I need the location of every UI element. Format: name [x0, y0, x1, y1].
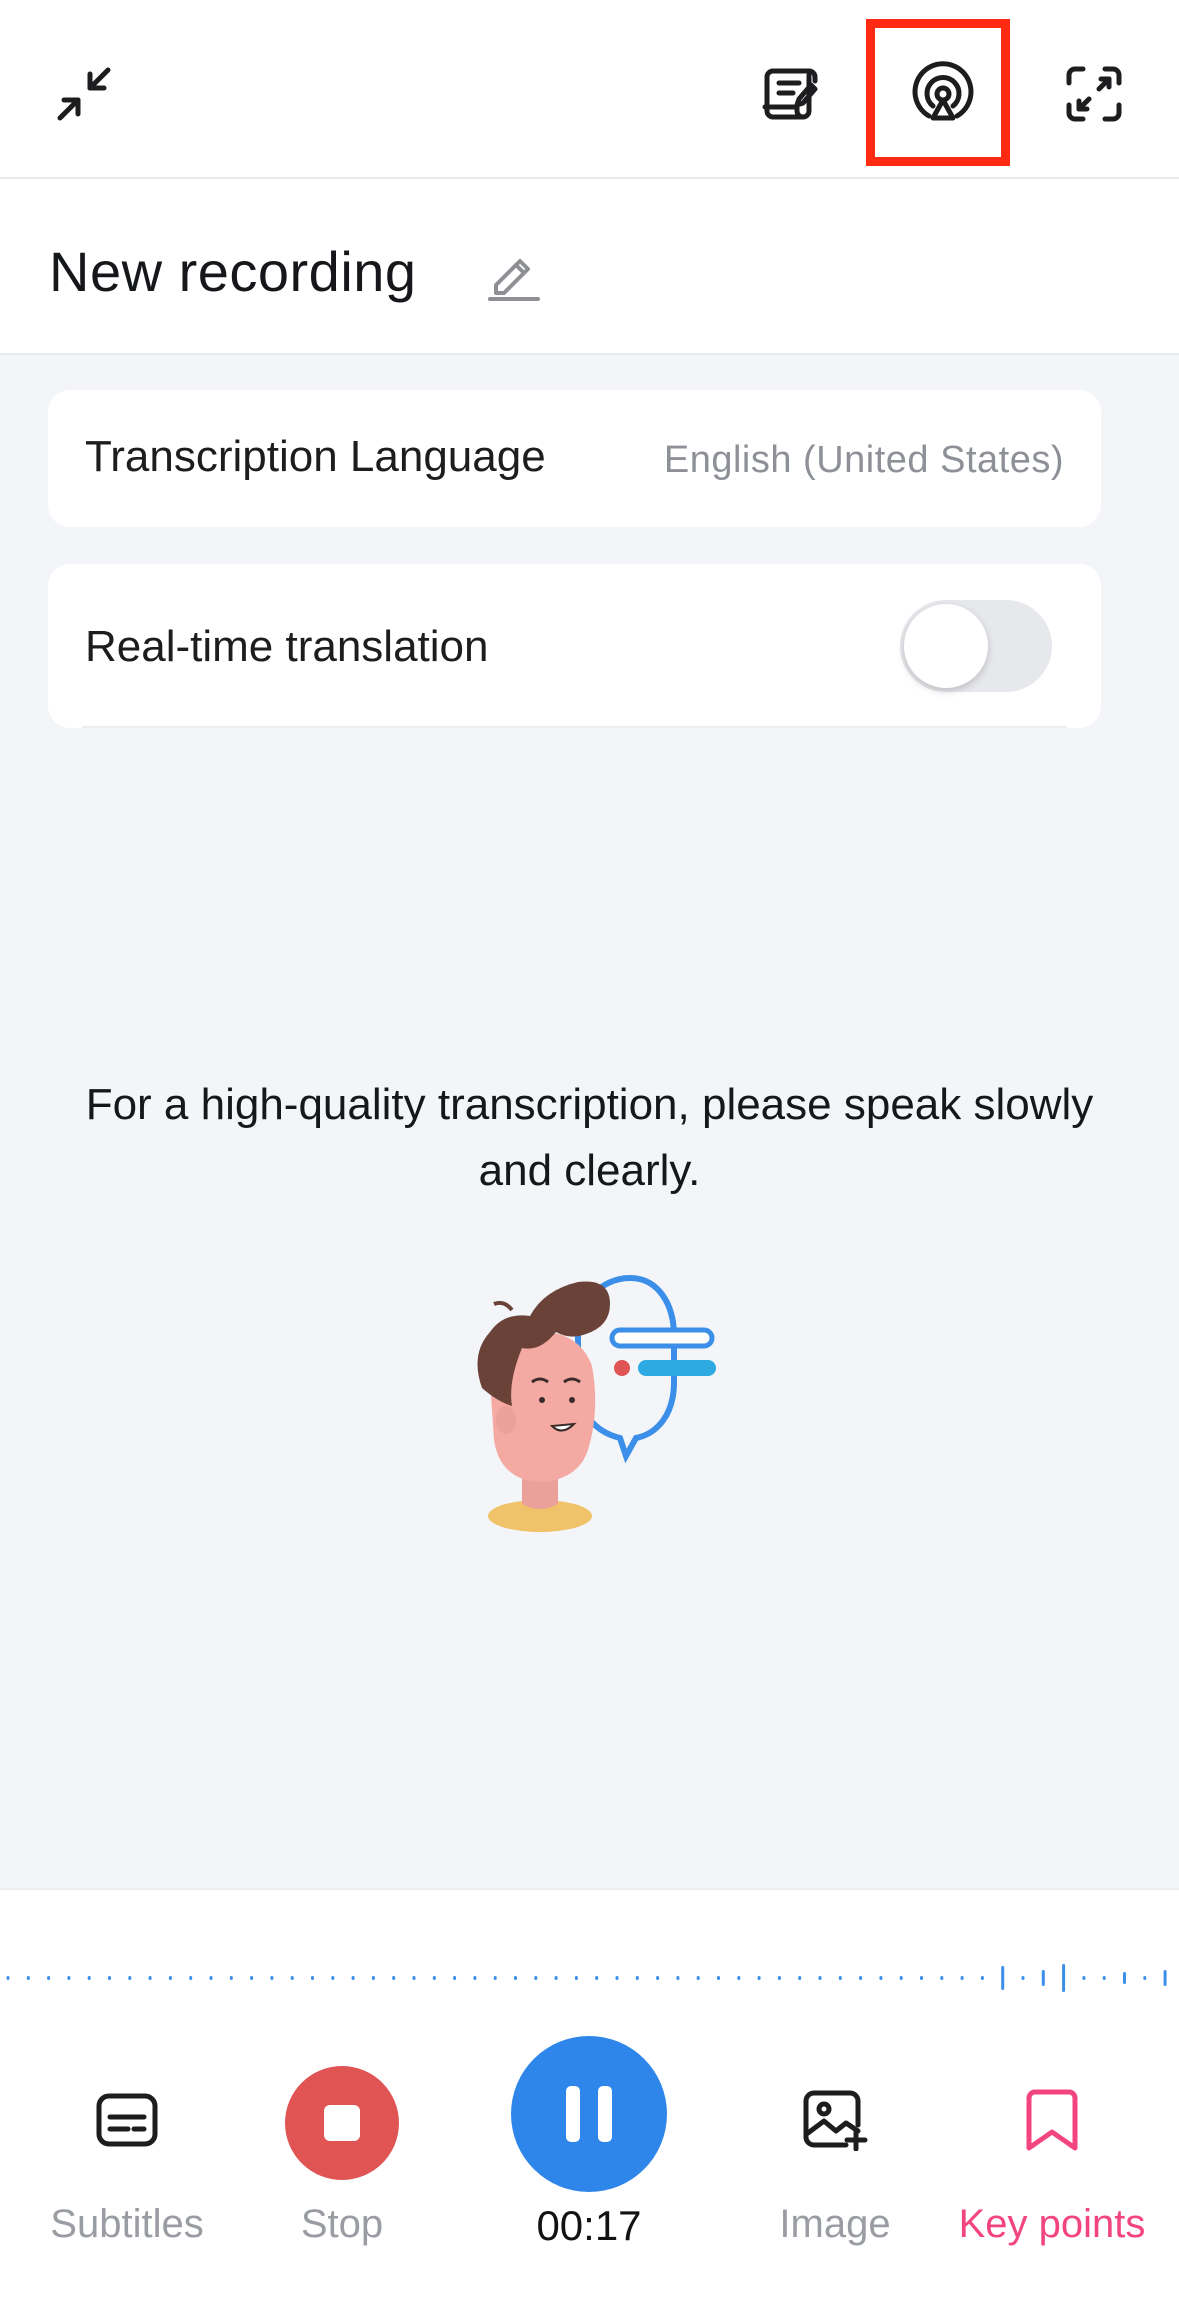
- subtitles-button[interactable]: Subtitles: [40, 2080, 214, 2270]
- waveform-bar: [311, 1976, 314, 1980]
- waveform-bar: [26, 1976, 30, 1980]
- waveform-bar: [615, 1976, 619, 1980]
- transcription-hint: For a high-quality transcription, please…: [85, 1080, 1094, 1195]
- waveform-bar: [514, 1976, 517, 1980]
- real-time-translation-row: Real-time translation: [48, 564, 1101, 728]
- real-time-translation-label: Real-time translation: [85, 622, 489, 671]
- collapse-icon[interactable]: [44, 54, 124, 134]
- waveform-bar: [189, 1976, 193, 1980]
- recording-timer: 00:17: [536, 2202, 642, 2249]
- subtitles-label: Subtitles: [50, 2202, 204, 2246]
- stop-button[interactable]: Stop: [272, 2066, 412, 2270]
- waveform-bar: [717, 1976, 720, 1980]
- waveform-bar: [838, 1976, 842, 1980]
- bookmark-icon: [1012, 2080, 1092, 2160]
- speaker-illustration: [460, 1270, 730, 1555]
- waveform-bar: [6, 1976, 10, 1980]
- waveform-bar: [1102, 1976, 1106, 1980]
- waveform-bar: [148, 1976, 152, 1980]
- waveform-bar: [777, 1976, 781, 1980]
- waveform-bar: [87, 1976, 91, 1980]
- waveform-bar: [1123, 1972, 1126, 1984]
- waveform-bar: [290, 1976, 294, 1980]
- subtitles-icon: [87, 2080, 167, 2160]
- recording-controls: Subtitles Stop 00:17 Image Key points: [0, 1888, 1179, 2298]
- waveform-bar: [432, 1976, 436, 1980]
- waveform-bar: [574, 1976, 578, 1980]
- waveform-bar: [920, 1976, 923, 1980]
- waveform-bar: [392, 1976, 396, 1980]
- waveform-bar: [635, 1976, 639, 1980]
- waveform-bar: [696, 1976, 700, 1980]
- waveform-bar: [168, 1976, 172, 1980]
- expand-icon[interactable]: [1054, 54, 1134, 134]
- waveform-bar: [331, 1976, 335, 1980]
- waveform-bar: [960, 1976, 964, 1980]
- stop-label: Stop: [300, 2202, 384, 2246]
- waveform-bar: [859, 1976, 863, 1980]
- notes-icon[interactable]: [752, 54, 832, 134]
- add-image-icon: [795, 2080, 875, 2160]
- recording-title: New recording: [49, 240, 417, 303]
- edit-pencil-icon[interactable]: [484, 245, 544, 305]
- pause-button[interactable]: 00:17: [502, 2036, 676, 2270]
- waveform-bar: [940, 1976, 944, 1980]
- stop-circle: [285, 2066, 399, 2180]
- waveform-bar: [209, 1976, 213, 1980]
- waveform-bar: [473, 1976, 477, 1980]
- waveform-bar: [798, 1976, 802, 1980]
- waveform-bar: [351, 1976, 355, 1980]
- waveform-bar: [818, 1976, 822, 1980]
- waveform-bar: [453, 1976, 457, 1980]
- pause-circle: [511, 2036, 667, 2192]
- waveform-bar: [980, 1976, 984, 1980]
- waveform-bar: [1021, 1976, 1025, 1980]
- waveform-bar: [67, 1976, 71, 1980]
- waveform-bar: [250, 1976, 254, 1980]
- waveform-bar: [1143, 1976, 1147, 1980]
- top-bar: [0, 0, 1179, 179]
- waveform-bar: [412, 1976, 416, 1980]
- waveform-bar: [595, 1976, 599, 1980]
- waveform-bar: [737, 1976, 741, 1980]
- transcription-language-row[interactable]: Transcription Language English (United S…: [48, 390, 1101, 527]
- waveform-bar: [1041, 1970, 1045, 1986]
- image-button[interactable]: Image: [760, 2080, 910, 2270]
- real-time-translation-toggle[interactable]: [900, 600, 1052, 692]
- waveform-bar: [128, 1976, 132, 1980]
- waveform-bar: [899, 1976, 903, 1980]
- waveform-bar: [270, 1976, 274, 1980]
- waveform-bar: [47, 1976, 51, 1980]
- audio-waveform: [0, 1958, 1179, 2003]
- waveform-bar: [108, 1976, 111, 1980]
- waveform-bar: [229, 1976, 233, 1980]
- waveform-bar: [371, 1976, 375, 1980]
- pause-icon: [566, 2086, 612, 2142]
- toggle-knob: [904, 604, 988, 688]
- waveform-bar: [1163, 1970, 1167, 1986]
- image-label: Image: [779, 2202, 891, 2246]
- live-broadcast-icon[interactable]: [903, 54, 983, 134]
- waveform-bar: [554, 1976, 558, 1980]
- transcription-language-value: English (United States): [663, 439, 1064, 481]
- waveform-bar: [1062, 1964, 1066, 1992]
- key-points-button[interactable]: Key points: [950, 2080, 1154, 2270]
- waveform-bar: [879, 1976, 883, 1980]
- waveform-bar: [676, 1976, 680, 1980]
- waveform-bar: [534, 1976, 538, 1980]
- transcription-language-label: Transcription Language: [85, 432, 546, 481]
- stop-icon: [324, 2105, 360, 2141]
- waveform-bar: [656, 1976, 660, 1980]
- divider: [82, 726, 1067, 728]
- waveform-bar: [1082, 1976, 1086, 1980]
- waveform-bar: [1001, 1966, 1005, 1990]
- title-bar: New recording: [0, 179, 1179, 355]
- key-points-label: Key points: [958, 2202, 1146, 2246]
- waveform-bar: [493, 1976, 497, 1980]
- waveform-bar: [757, 1976, 761, 1980]
